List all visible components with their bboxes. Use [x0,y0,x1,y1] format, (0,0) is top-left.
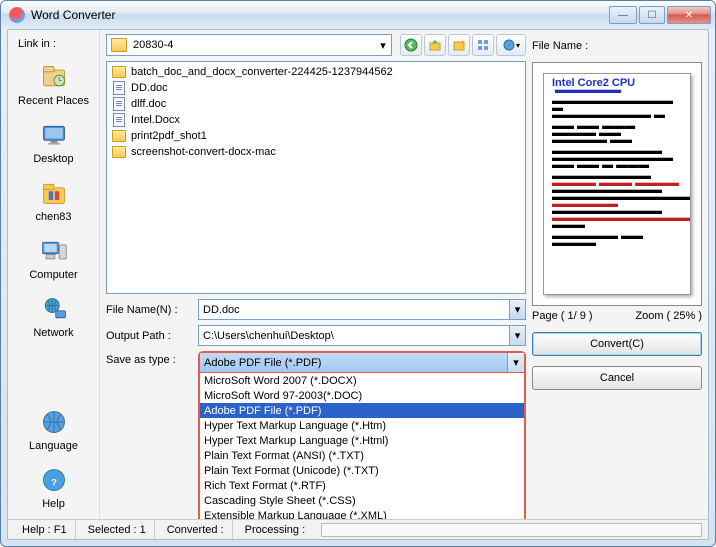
sidebar-item-network[interactable]: Network [14,288,94,346]
save-as-dropdown-list[interactable]: MicroSoft Word 2007 (*.DOCX)MicroSoft Wo… [200,372,524,519]
maximize-button[interactable]: ☐ [639,6,665,24]
sidebar-item-language[interactable]: Language [14,401,94,459]
svg-text:?: ? [51,477,57,488]
document-icon [111,113,127,127]
save-as-option[interactable]: Hyper Text Markup Language (*.Html) [200,433,524,448]
save-as-type-combo[interactable]: Adobe PDF File (*.PDF) ▾ MicroSoft Word … [198,351,526,519]
status-bar: Help : F1 Selected : 1 Converted : Proce… [8,519,708,539]
filename-dropdown-arrow[interactable]: ▾ [509,300,525,319]
file-name-text: screenshot-convert-docx-mac [131,146,276,158]
save-as-option[interactable]: MicroSoft Word 2007 (*.DOCX) [200,373,524,388]
status-help: Help : F1 [14,520,76,539]
file-row[interactable]: dlff.doc [109,96,523,112]
path-dropdown-arrow[interactable]: ▾ [375,39,391,52]
file-row[interactable]: screenshot-convert-docx-mac [109,144,523,160]
file-name-text: batch_doc_and_docx_converter-224425-1237… [131,66,393,78]
nav-up-button[interactable] [424,34,446,56]
app-window: Word Converter — ☐ ✕ Link in : Recent Pl… [0,0,716,547]
output-path-label: Output Path : [106,330,192,342]
save-as-option[interactable]: MicroSoft Word 97-2003(*.DOC) [200,388,524,403]
preview-zoom-info: Zoom ( 25% ) [635,310,702,322]
recent-places-icon [38,61,70,93]
status-selected: Selected : 1 [80,520,155,539]
folder-icon [111,65,127,79]
preview-label: File Name : [532,34,702,58]
language-icon [38,406,70,438]
path-combo[interactable]: 20830-4 ▾ [106,34,392,56]
save-as-option[interactable]: Cascading Style Sheet (*.CSS) [200,493,524,508]
save-as-option[interactable]: Extensible Markup Language (*.XML) [200,508,524,519]
filename-label: File Name(N) : [106,304,192,316]
output-path-field[interactable]: C:\Users\chenhui\Desktop\ ▾ [198,325,526,346]
file-name-text: Intel.Docx [131,114,180,126]
cancel-button[interactable]: Cancel [532,366,702,390]
link-in-label: Link in : [8,32,99,56]
network-icon [38,293,70,325]
document-icon [111,81,127,95]
file-row[interactable]: Intel.Docx [109,112,523,128]
save-as-option[interactable]: Rich Text Format (*.RTF) [200,478,524,493]
nav-view-button[interactable] [472,34,494,56]
file-list[interactable]: batch_doc_and_docx_converter-224425-1237… [106,61,526,294]
preview-page: Intel Core2 CPU ▬▬▬▬▬▬ ▬▬▬▬▬▬▬▬▬▬▬ ▬ ▬▬▬… [543,73,691,295]
help-icon: ? [38,464,70,496]
preview-page-info: Page ( 1/ 9 ) [532,310,593,322]
sidebar-item-computer[interactable]: Computer [14,230,94,288]
save-as-option[interactable]: Hyper Text Markup Language (*.Htm) [200,418,524,433]
nav-back-button[interactable] [400,34,422,56]
close-button[interactable]: ✕ [667,6,711,24]
file-row[interactable]: DD.doc [109,80,523,96]
folder-icon [111,145,127,159]
save-as-label: Save as type : [106,351,192,366]
file-name-text: DD.doc [131,82,168,94]
document-icon [111,97,127,111]
file-name-text: dlff.doc [131,98,166,110]
save-as-selected: Adobe PDF File (*.PDF) [200,353,507,372]
status-converted: Converted : [159,520,233,539]
right-panel: File Name : Intel Core2 CPU ▬▬▬▬▬▬ ▬▬▬▬▬… [532,30,708,519]
nav-web-button[interactable]: ▾ [496,34,526,56]
file-name-text: print2pdf_shot1 [131,130,207,142]
output-path-dropdown-arrow[interactable]: ▾ [509,326,525,345]
computer-icon [38,235,70,267]
window-title: Word Converter [31,8,609,22]
convert-button[interactable]: Convert(C) [532,332,702,356]
center-panel: 20830-4 ▾ ▾ batch_doc_and_docx_converter… [100,30,532,519]
minimize-button[interactable]: — [609,6,637,24]
status-processing: Processing : [237,520,314,539]
save-as-dropdown-arrow[interactable]: ▾ [507,353,524,372]
sidebar-item-desktop[interactable]: Desktop [14,114,94,172]
save-as-option[interactable]: Plain Text Format (ANSI) (*.TXT) [200,448,524,463]
user-folder-icon [38,177,70,209]
status-progressbar [321,523,702,537]
file-row[interactable]: batch_doc_and_docx_converter-224425-1237… [109,64,523,80]
sidebar-item-recent-places[interactable]: Recent Places [14,56,94,114]
file-row[interactable]: print2pdf_shot1 [109,128,523,144]
save-as-option[interactable]: Adobe PDF File (*.PDF) [200,403,524,418]
desktop-icon [38,119,70,151]
nav-newfolder-button[interactable] [448,34,470,56]
preview-box: Intel Core2 CPU ▬▬▬▬▬▬ ▬▬▬▬▬▬▬▬▬▬▬ ▬ ▬▬▬… [532,62,702,306]
client-area: Link in : Recent Places Desktop [7,29,709,540]
sidebar-item-user[interactable]: chen83 [14,172,94,230]
folder-icon [111,129,127,143]
filename-field[interactable]: DD.doc ▾ [198,299,526,320]
save-as-option[interactable]: Plain Text Format (Unicode) (*.TXT) [200,463,524,478]
app-icon [9,7,25,23]
sidebar: Link in : Recent Places Desktop [8,30,100,519]
folder-icon [111,38,127,52]
titlebar[interactable]: Word Converter — ☐ ✕ [1,1,715,29]
sidebar-item-help[interactable]: ? Help [14,459,94,517]
